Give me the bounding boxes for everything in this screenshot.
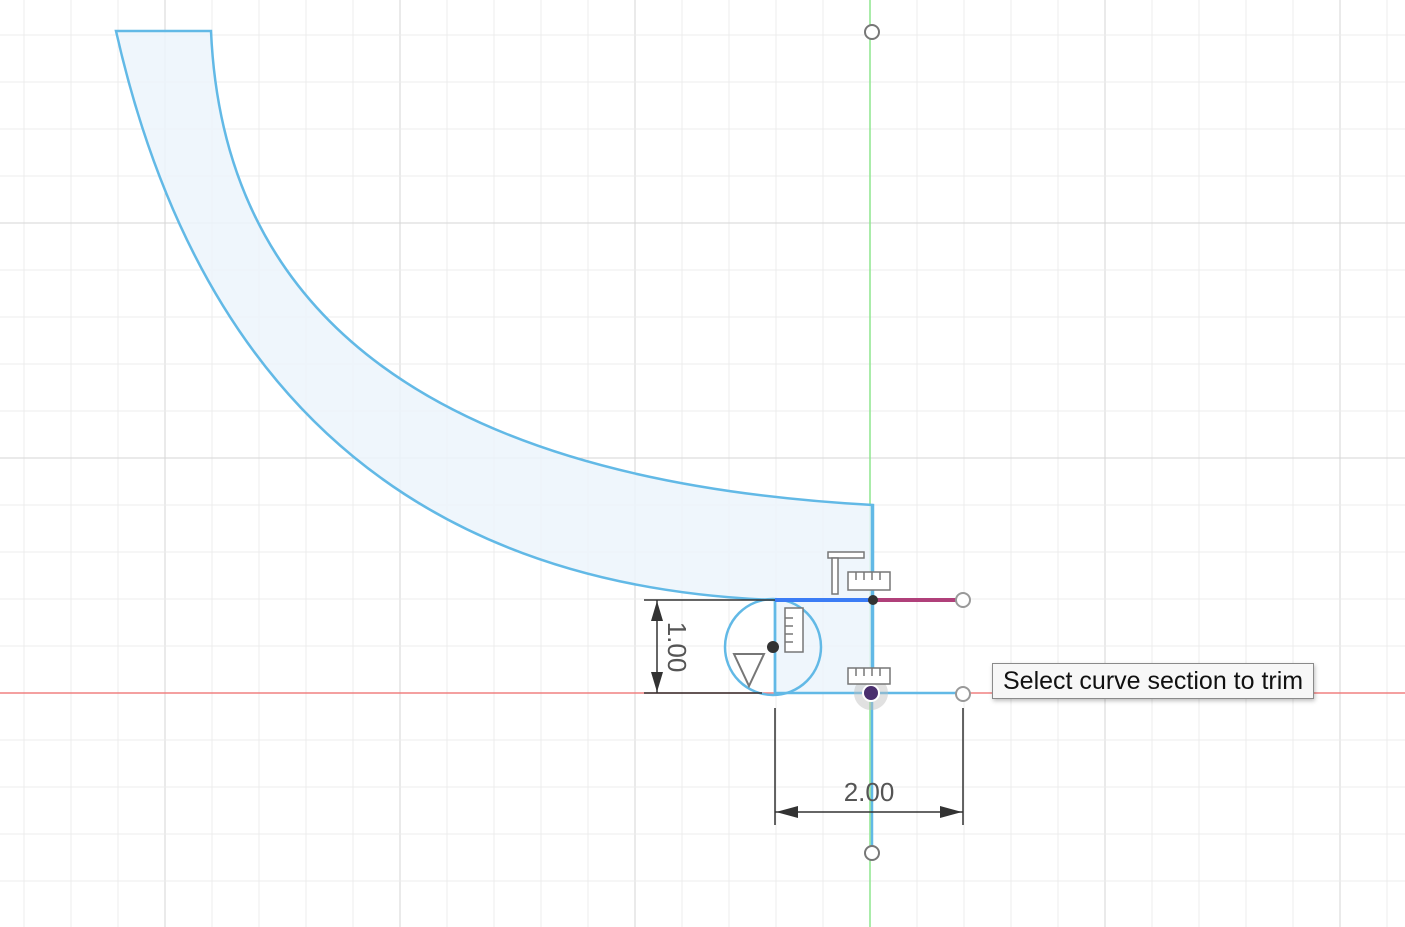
ruler-icon[interactable]: [847, 571, 891, 591]
trim-tooltip: Select curve section to trim: [992, 663, 1315, 699]
origin-point[interactable]: [862, 684, 880, 702]
vertical-constraint-icon[interactable]: [784, 607, 804, 653]
dimension-horizontal-value[interactable]: 2.00: [844, 777, 895, 807]
midpoint[interactable]: [868, 595, 878, 605]
dimension-vertical-value[interactable]: 1.00: [662, 622, 692, 673]
coincident-constraint-icon[interactable]: [847, 667, 891, 685]
endpoint-bottom[interactable]: [864, 845, 880, 861]
sketch-canvas[interactable]: 1.00 2.00: [0, 0, 1405, 927]
endpoint-right-lower[interactable]: [955, 686, 971, 702]
horizontal-dimension[interactable]: 2.00: [774, 708, 964, 825]
endpoint-top[interactable]: [864, 24, 880, 40]
circle-center-point[interactable]: [767, 641, 779, 653]
endpoint-right-upper[interactable]: [955, 592, 971, 608]
